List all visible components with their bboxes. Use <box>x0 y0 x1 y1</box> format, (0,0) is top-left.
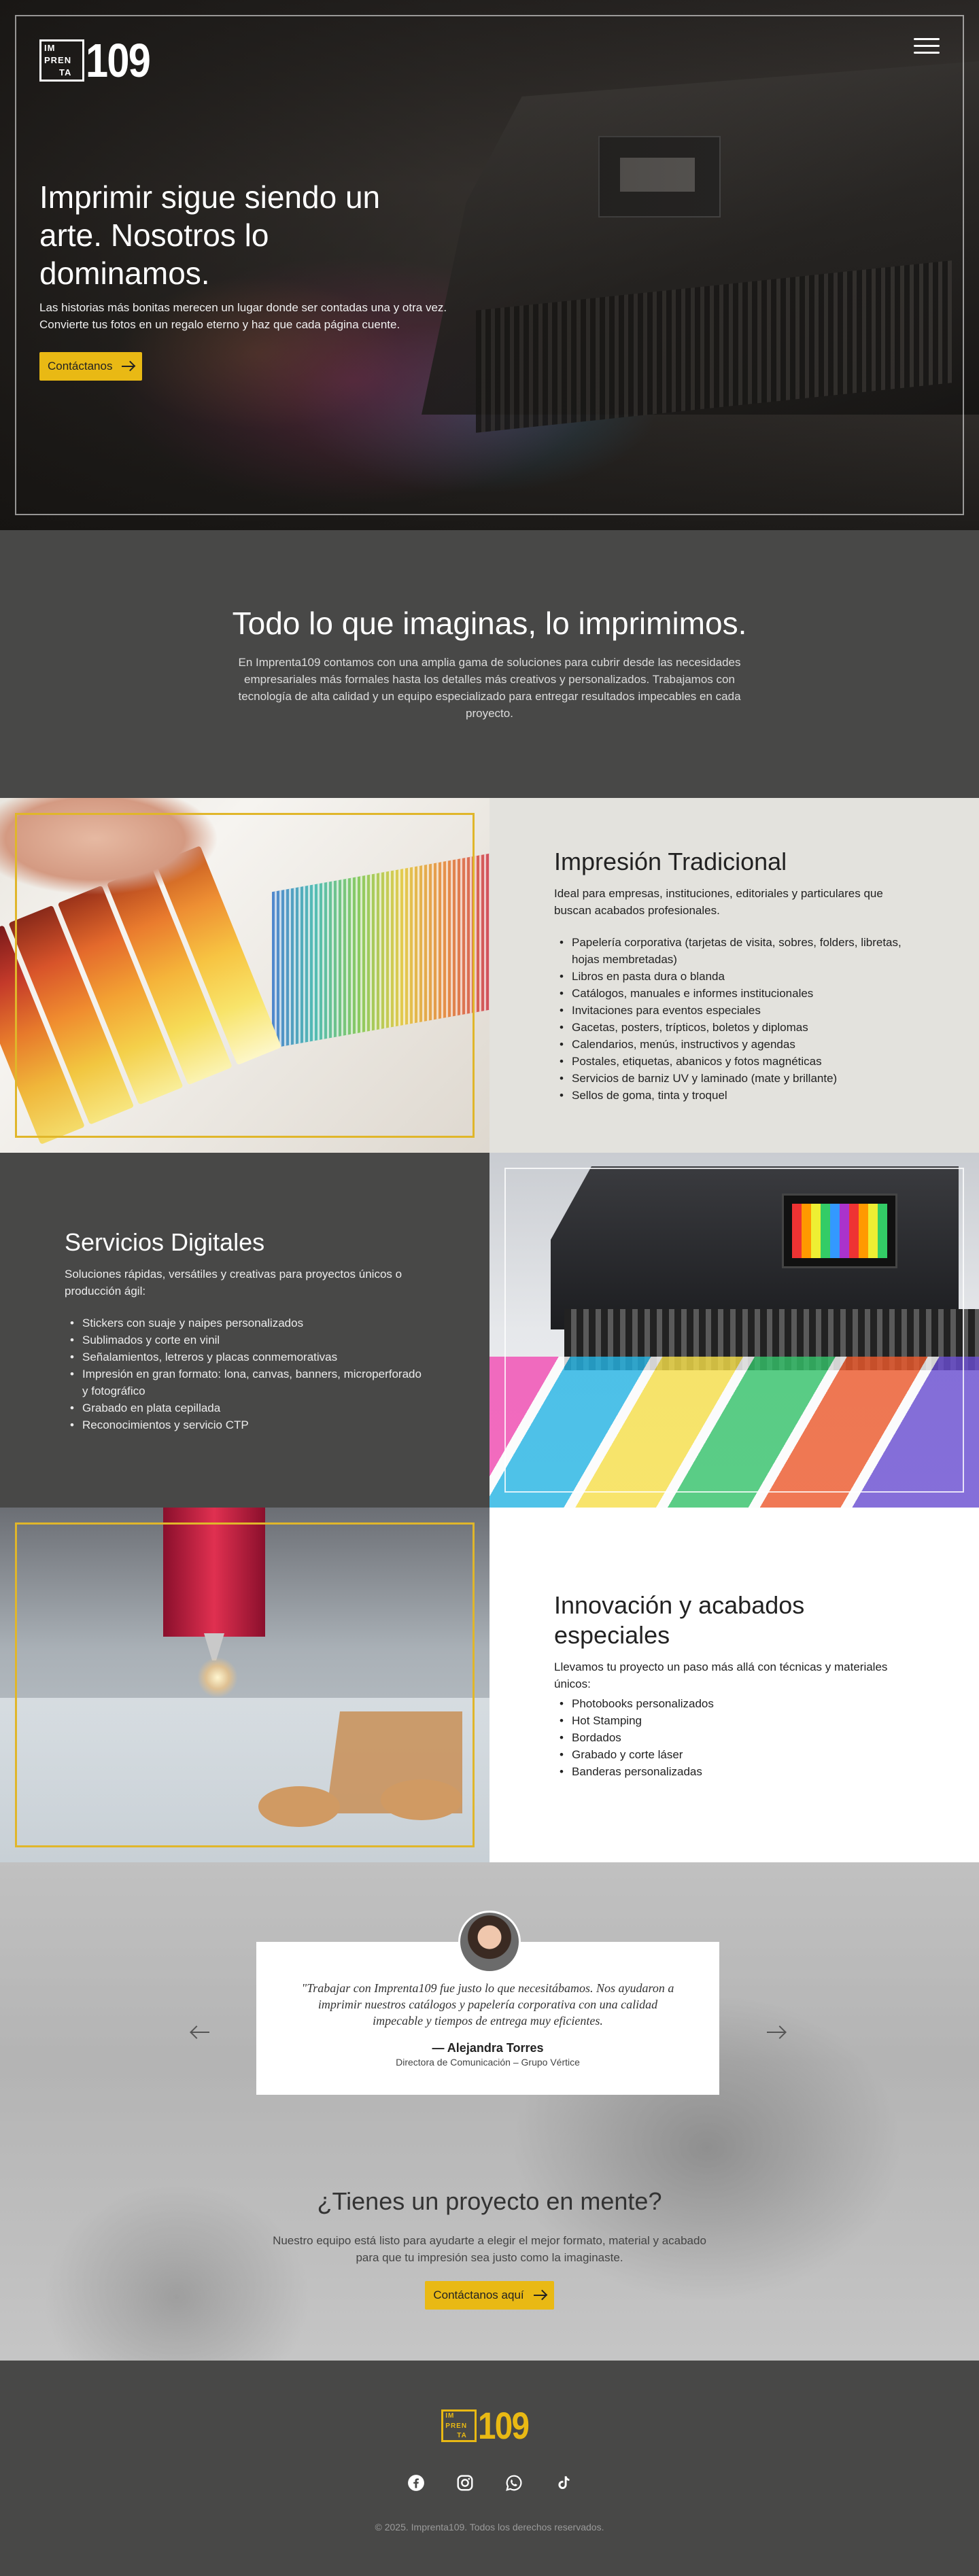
service-list: Papelería corporativa (tarjetas de visit… <box>554 934 918 1104</box>
service-list: Photobooks personalizados Hot Stamping B… <box>554 1695 918 1780</box>
testimonial-quote: "Trabajar con Imprenta109 fue justo lo q… <box>301 1981 674 2027</box>
intro-section: Todo lo que imaginas, lo imprimimos. En … <box>0 530 979 798</box>
hamburger-menu-icon[interactable] <box>914 38 940 57</box>
service-text: Ideal para empresas, instituciones, edit… <box>554 887 883 917</box>
list-item: Invitaciones para eventos especiales <box>554 1002 918 1019</box>
color-swatch-image <box>0 798 490 1153</box>
logo-mark: IM PREN TA <box>441 2409 477 2442</box>
list-item: Catálogos, manuales e informes instituci… <box>554 985 918 1002</box>
list-item: Señalamientos, letreros y placas conmemo… <box>65 1348 428 1365</box>
list-item: Reconocimientos y servicio CTP <box>65 1416 428 1433</box>
list-item: Grabado y corte láser <box>554 1746 918 1763</box>
whatsapp-icon[interactable] <box>505 2474 523 2492</box>
cta-contact-button[interactable]: Contáctanos aquí <box>425 2281 554 2310</box>
list-item: Grabado en plata cepillada <box>65 1399 428 1416</box>
facebook-icon[interactable] <box>407 2474 425 2492</box>
service-digital: Servicios Digitales Soluciones rápidas, … <box>0 1153 979 1508</box>
list-item: Gacetas, posters, trípticos, boletos y d… <box>554 1019 918 1036</box>
list-item: Stickers con suaje y naipes personalizad… <box>65 1315 428 1331</box>
service-list: Stickers con suaje y naipes personalizad… <box>65 1315 428 1433</box>
arrow-left-icon[interactable] <box>189 2020 213 2044</box>
service-title: Innovación y acabados especiales <box>554 1590 805 1649</box>
list-item: Photobooks personalizados <box>554 1695 918 1712</box>
intro-text: En Imprenta109 contamos con una amplia g… <box>238 656 741 720</box>
service-title: Servicios Digitales <box>65 1228 265 1256</box>
list-item: Sublimados y corte en vinil <box>65 1331 428 1348</box>
image-frame <box>15 813 475 1138</box>
footer-logo[interactable]: IM PREN TA 109 <box>441 2404 537 2447</box>
image-frame <box>15 1522 475 1847</box>
list-item: Bordados <box>554 1729 918 1746</box>
tiktok-icon[interactable] <box>554 2474 572 2492</box>
testimonial-name: — Alejandra Torres <box>432 2041 544 2055</box>
hero-contact-button[interactable]: Contáctanos <box>39 352 143 381</box>
logo-number: 109 <box>86 34 151 87</box>
service-text: Llevamos tu proyecto un paso más allá co… <box>554 1660 888 1690</box>
testimonial-role: Directora de Comunicación – Grupo Vértic… <box>396 2057 580 2068</box>
logo-mark: IM PREN TA <box>39 39 84 82</box>
instagram-icon[interactable] <box>456 2474 474 2492</box>
list-item: Impresión en gran formato: lona, canvas,… <box>65 1365 428 1399</box>
avatar <box>458 1911 521 1973</box>
hero-section: IM PREN TA 109 Imprimir sigue siendo un … <box>0 0 979 530</box>
service-panel: Innovación y acabados especiales Llevamo… <box>490 1508 979 1862</box>
hero-title: Imprimir sigue siendo un arte. Nosotros … <box>39 179 381 291</box>
service-text: Soluciones rápidas, versátiles y creativ… <box>65 1267 402 1298</box>
hero-text: Las historias más bonitas merecen un lug… <box>39 301 447 331</box>
list-item: Sellos de goma, tinta y troquel <box>554 1087 918 1104</box>
intro-title: Todo lo que imaginas, lo imprimimos. <box>232 606 747 641</box>
copyright-text: © 2025. Imprenta109. Todos los derechos … <box>375 2522 604 2533</box>
service-traditional: Impresión Tradicional Ideal para empresa… <box>0 798 979 1153</box>
list-item: Hot Stamping <box>554 1712 918 1729</box>
hero-content: Imprimir sigue siendo un arte. Nosotros … <box>39 178 447 381</box>
arrow-right-icon <box>533 2295 546 2296</box>
arrow-right-icon[interactable] <box>764 2020 789 2044</box>
arrow-right-icon <box>122 366 135 367</box>
service-panel: Impresión Tradicional Ideal para empresa… <box>490 798 979 1153</box>
logo-number: 109 <box>478 2404 530 2447</box>
service-title: Impresión Tradicional <box>554 848 787 875</box>
list-item: Postales, etiquetas, abanicos y fotos ma… <box>554 1053 918 1070</box>
digital-printer-image <box>490 1153 979 1508</box>
footer: IM PREN TA 109 © 2025. Imprenta109. Todo… <box>0 2361 979 2576</box>
list-item: Servicios de barniz UV y laminado (mate … <box>554 1070 918 1087</box>
list-item: Papelería corporativa (tarjetas de visit… <box>554 934 918 968</box>
cta-text: Nuestro equipo está listo para ayudarte … <box>273 2234 706 2264</box>
testimonial-section: "Trabajar con Imprenta109 fue justo lo q… <box>0 1862 979 2361</box>
cta-title: ¿Tienes un proyecto en mente? <box>317 2187 662 2215</box>
laser-cutter-image <box>0 1508 490 1862</box>
list-item: Banderas personalizadas <box>554 1763 918 1780</box>
social-links <box>0 2474 979 2492</box>
list-item: Libros en pasta dura o blanda <box>554 968 918 985</box>
image-frame <box>504 1168 964 1493</box>
site-logo[interactable]: IM PREN TA 109 <box>39 34 161 87</box>
service-panel: Servicios Digitales Soluciones rápidas, … <box>0 1153 490 1508</box>
service-special: Innovación y acabados especiales Llevamo… <box>0 1508 979 1862</box>
cta-block: ¿Tienes un proyecto en mente? Nuestro eq… <box>0 2187 979 2310</box>
list-item: Calendarios, menús, instructivos y agend… <box>554 1036 918 1053</box>
